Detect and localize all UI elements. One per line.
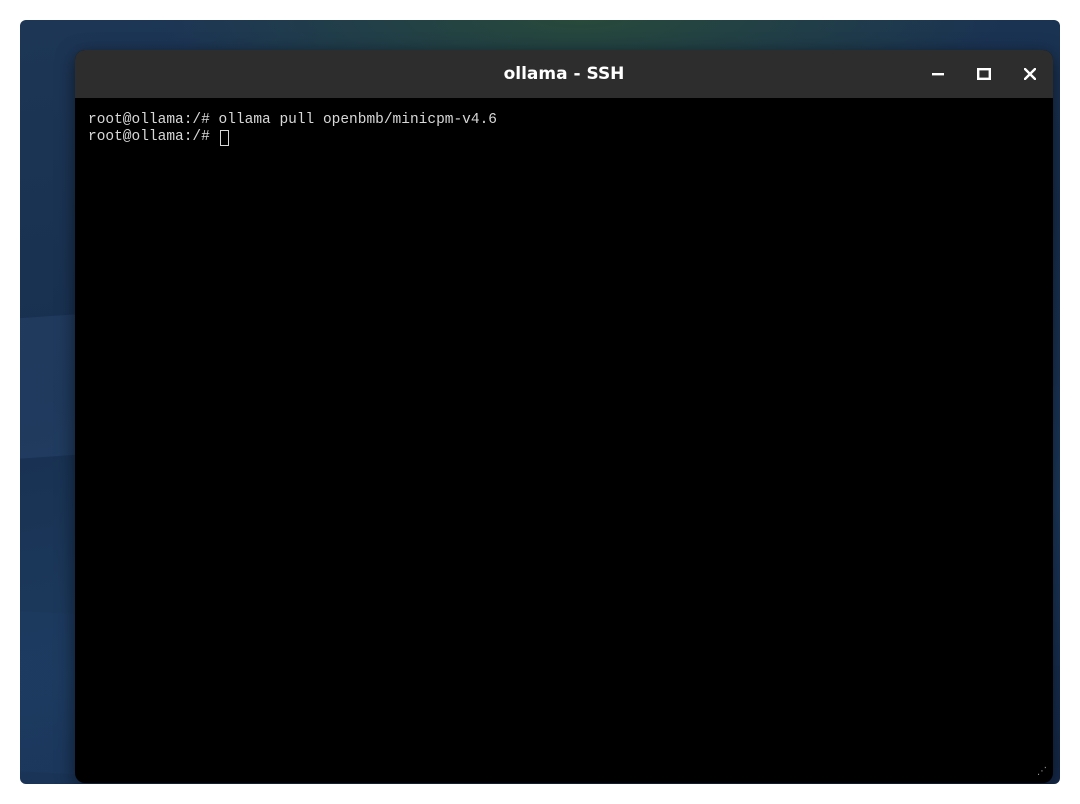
shell-prompt: root@ollama:/#: [88, 129, 219, 145]
maximize-icon: [977, 68, 991, 80]
terminal-line: root@ollama:/#: [88, 129, 1040, 146]
terminal-output[interactable]: root@ollama:/# ollama pull openbmb/minic…: [75, 98, 1053, 160]
text-cursor: [219, 129, 229, 146]
window-title: ollama - SSH: [503, 64, 625, 84]
terminal-window[interactable]: ollama - SSH root@ollama:/# ollama pull …: [75, 50, 1053, 783]
close-button[interactable]: [1007, 50, 1053, 98]
shell-prompt: root@ollama:/#: [88, 112, 219, 128]
maximize-button[interactable]: [961, 50, 1007, 98]
close-icon: [1024, 68, 1036, 80]
minimize-icon: [932, 73, 944, 76]
shell-command: ollama pull openbmb/minicpm-v4.6: [218, 112, 497, 128]
resize-grip-icon[interactable]: ⋰: [1037, 767, 1047, 777]
desktop-background: ollama - SSH root@ollama:/# ollama pull …: [20, 20, 1060, 784]
terminal-line: root@ollama:/# ollama pull openbmb/minic…: [88, 112, 1040, 129]
minimize-button[interactable]: [915, 50, 961, 98]
window-controls: [915, 50, 1053, 98]
window-titlebar[interactable]: ollama - SSH: [75, 50, 1053, 98]
